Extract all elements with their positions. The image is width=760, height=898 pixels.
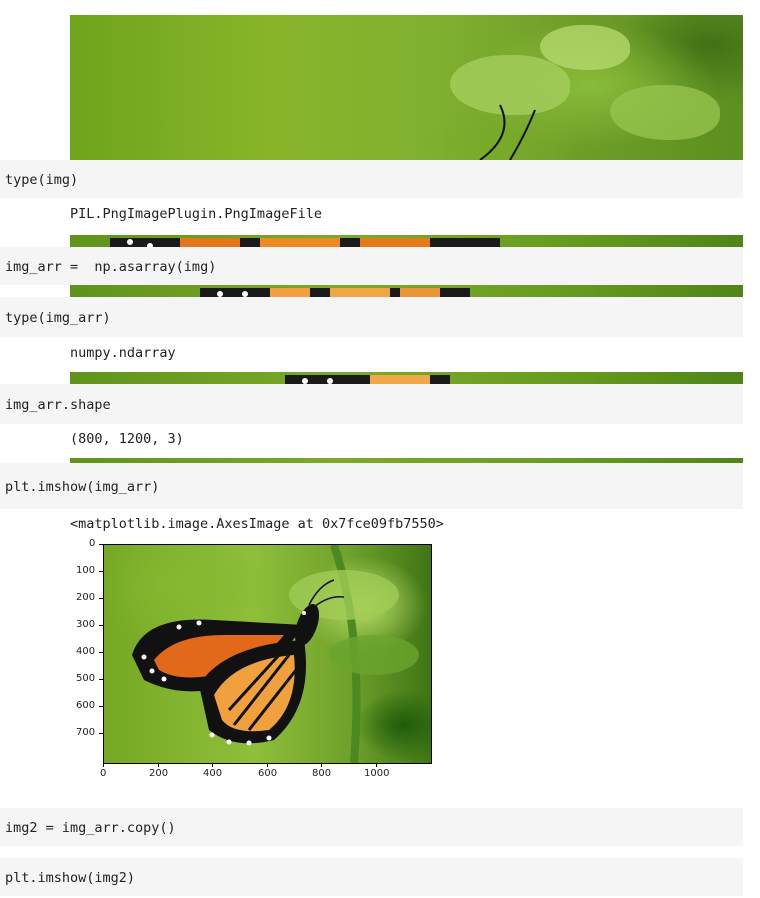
cell-output: <matplotlib.image.AxesImage at 0x7fce09f… [70,516,444,532]
cell-output: (800, 1200, 3) [70,431,184,447]
code-cell[interactable]: img_arr.shape [0,384,743,424]
code-input[interactable]: type(img_arr) [5,310,111,326]
antenna-icon [479,104,536,160]
y-tick-label: 300 [76,619,96,630]
x-tick-label: 600 [258,768,278,779]
plot-axes-image [103,544,432,764]
code-cell[interactable]: plt.imshow(img_arr) [0,463,743,509]
code-cell[interactable]: img2 = img_arr.copy() [0,808,743,846]
code-input[interactable]: img2 = img_arr.copy() [5,820,176,836]
y-tick-label: 200 [76,592,96,603]
x-tick-label: 0 [100,768,107,779]
image-strip-top [70,15,743,160]
code-cell[interactable]: img_arr = np.asarray(img) [0,247,743,285]
image-strip-wing-3 [70,372,743,384]
y-tick-label: 0 [89,538,96,549]
y-tick-label: 100 [76,565,96,576]
code-cell[interactable]: plt.imshow(img2) [0,858,743,896]
y-tick-label: 500 [76,673,96,684]
x-tick-label: 400 [203,768,223,779]
cell-output: PIL.PngImagePlugin.PngImageFile [70,206,322,222]
code-input[interactable]: img_arr.shape [5,397,111,413]
code-input[interactable]: plt.imshow(img2) [5,870,135,886]
y-tick-label: 700 [76,727,96,738]
code-input[interactable]: type(img) [5,172,78,188]
butterfly-image [132,545,419,763]
image-strip-wing-1 [70,235,743,247]
y-tick-label: 600 [76,700,96,711]
code-input[interactable]: plt.imshow(img_arr) [5,479,159,495]
code-cell[interactable]: type(img_arr) [0,297,743,337]
cell-output: numpy.ndarray [70,345,176,361]
image-strip-wing-2 [70,285,743,297]
code-input[interactable]: img_arr = np.asarray(img) [5,259,216,275]
x-tick-label: 1000 [364,768,390,779]
x-tick-label: 200 [149,768,169,779]
code-cell[interactable]: type(img) [0,160,743,198]
x-tick-label: 800 [312,768,332,779]
y-tick-label: 400 [76,646,96,657]
